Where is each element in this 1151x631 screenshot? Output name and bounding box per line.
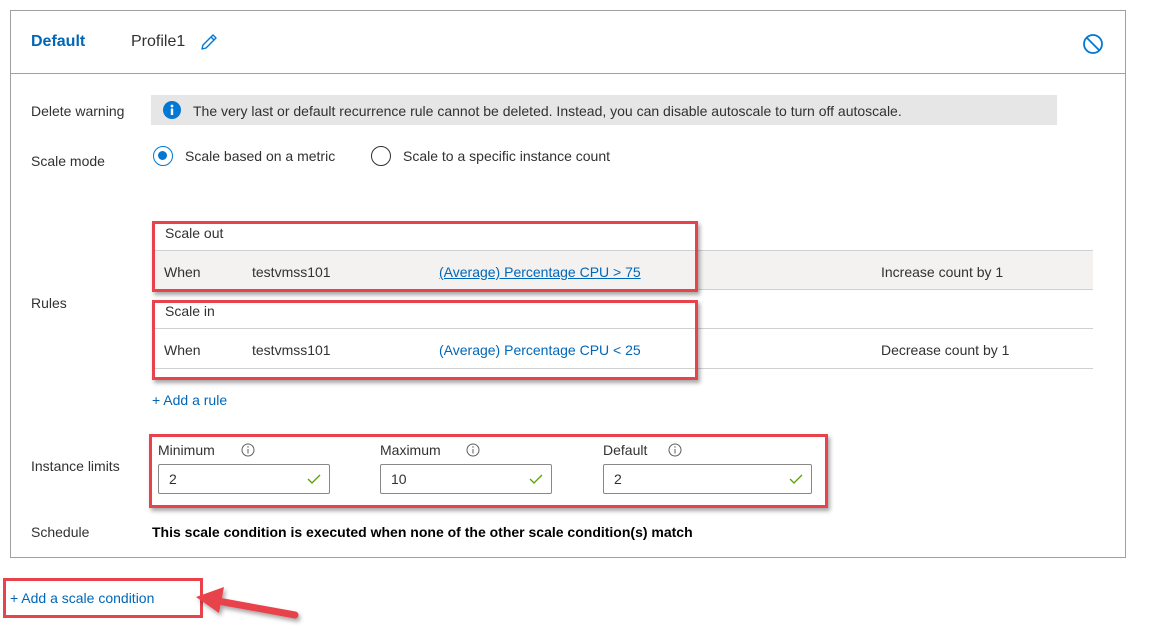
radio-scale-metric-label[interactable]: Scale based on a metric (185, 148, 335, 164)
instance-limits-label: Instance limits (31, 458, 120, 474)
schedule-label: Schedule (31, 524, 90, 540)
delete-warning-message: The very last or default recurrence rule… (193, 103, 902, 119)
instance-limits-highlight-box (149, 434, 828, 508)
radio-scale-metric[interactable] (153, 146, 173, 166)
scale-in-highlight-box (152, 300, 698, 380)
delete-warning-label: Delete warning (31, 103, 125, 119)
default-condition-title: Default (31, 33, 86, 50)
scale-mode-label: Scale mode (31, 153, 105, 169)
pointer-arrow-icon (196, 587, 299, 619)
header-divider (11, 73, 1125, 74)
add-scale-condition-highlight-box (3, 578, 203, 618)
edit-pencil-icon[interactable] (199, 32, 219, 52)
scale-out-highlight-box (152, 221, 698, 292)
scale-in-action: Decrease count by 1 (881, 342, 1010, 358)
info-icon (163, 101, 181, 119)
disable-icon[interactable] (1082, 33, 1104, 55)
radio-scale-instance-count-label[interactable]: Scale to a specific instance count (403, 148, 610, 164)
add-rule-link[interactable]: + Add a rule (152, 392, 227, 408)
scale-out-action: Increase count by 1 (881, 264, 1004, 280)
schedule-text: This scale condition is executed when no… (152, 524, 693, 540)
rules-label: Rules (31, 295, 67, 311)
profile-name: Profile1 (131, 33, 186, 50)
radio-scale-instance-count[interactable] (371, 146, 391, 166)
